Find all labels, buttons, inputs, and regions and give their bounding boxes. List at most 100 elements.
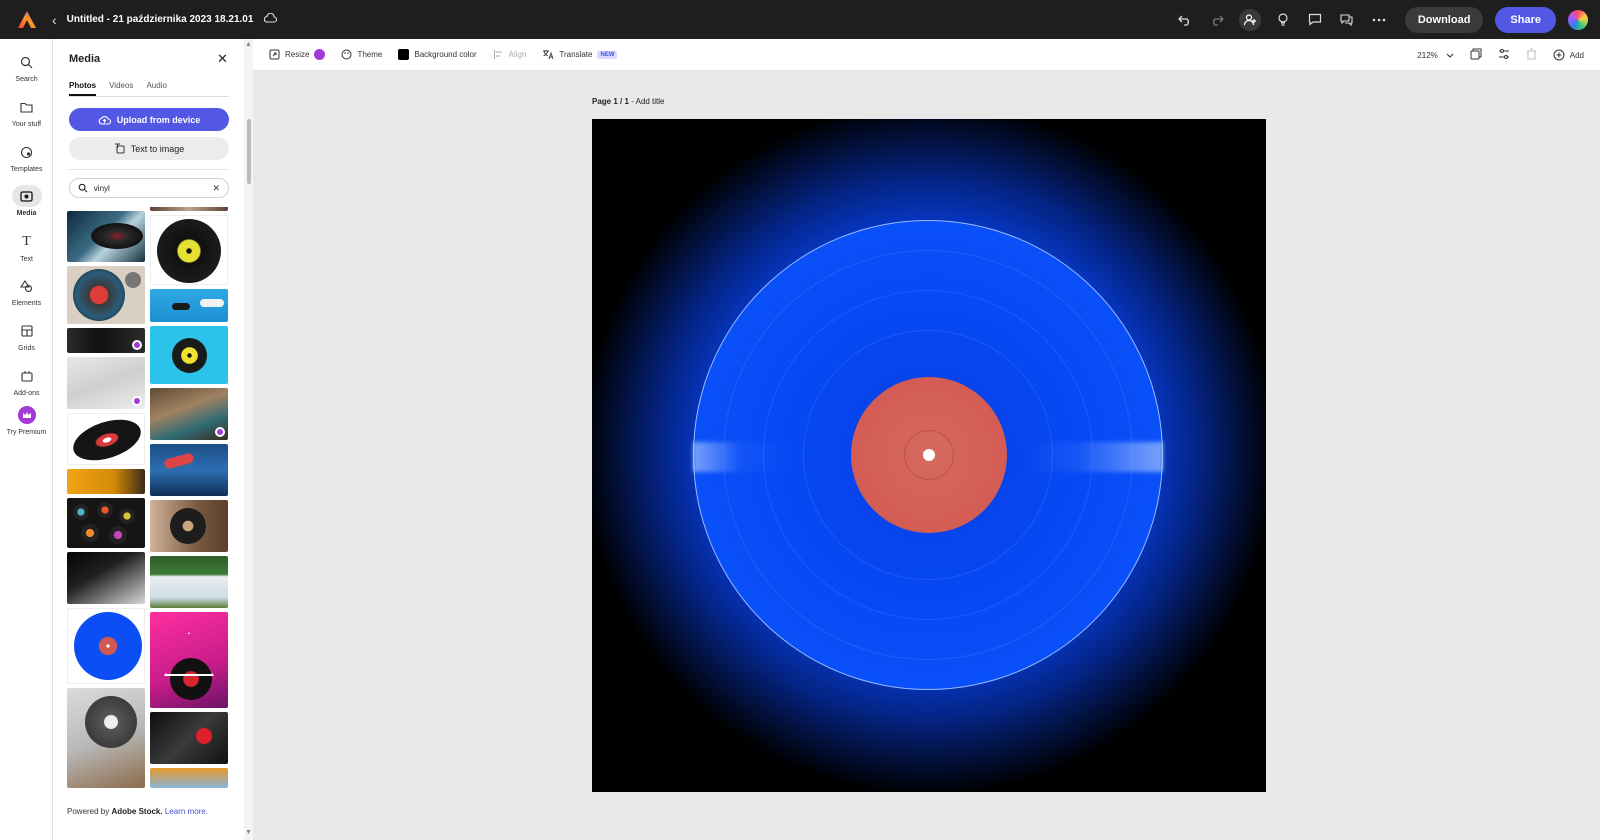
adobe-stock-label: Adobe Stock. bbox=[111, 807, 163, 816]
text-to-image-button[interactable]: Text to image bbox=[69, 137, 229, 160]
page-title-row[interactable]: Page 1 / 1 - Add title bbox=[592, 97, 665, 106]
learn-more-link[interactable]: Learn more. bbox=[165, 807, 208, 816]
page-settings-icon[interactable] bbox=[1498, 48, 1510, 62]
duplicate-page-icon[interactable] bbox=[1470, 48, 1482, 62]
photo-thumbnail[interactable] bbox=[150, 289, 228, 322]
background-color-label: Background color bbox=[414, 50, 477, 59]
vinyl-record-image[interactable] bbox=[693, 220, 1163, 690]
translate-label: Translate bbox=[559, 50, 593, 59]
theme-label: Theme bbox=[357, 50, 383, 59]
rail-item-elements[interactable]: Elements bbox=[0, 275, 53, 307]
photo-thumbnail[interactable] bbox=[150, 712, 228, 764]
delete-icon[interactable] bbox=[1526, 48, 1537, 62]
text-icon: T bbox=[22, 234, 31, 249]
translate-button[interactable]: Translate NEW bbox=[542, 49, 618, 60]
photo-thumbnail[interactable] bbox=[67, 608, 145, 684]
panel-title: Media bbox=[69, 53, 101, 65]
photo-thumbnail[interactable] bbox=[67, 552, 145, 604]
premium-crown-icon bbox=[132, 340, 142, 350]
upload-label: Upload from device bbox=[116, 114, 201, 125]
undo-icon[interactable] bbox=[1175, 10, 1195, 30]
invite-user-icon[interactable] bbox=[1238, 8, 1261, 31]
photo-thumbnail[interactable] bbox=[150, 388, 228, 440]
shapes-icon bbox=[12, 275, 42, 297]
photo-thumbnail[interactable] bbox=[150, 556, 228, 608]
rail-item-your-stuff[interactable]: Your stuff bbox=[0, 96, 53, 128]
templates-icon bbox=[12, 141, 42, 163]
scroll-down-icon[interactable]: ▼ bbox=[245, 829, 252, 836]
rail-item-search[interactable]: Search bbox=[0, 51, 53, 83]
search-input[interactable] bbox=[93, 183, 207, 193]
rail-label: Your stuff bbox=[11, 121, 42, 128]
scrollbar-thumb[interactable] bbox=[247, 119, 251, 184]
comment-icon[interactable] bbox=[1305, 10, 1325, 30]
photo-thumbnail[interactable] bbox=[67, 413, 145, 465]
present-icon[interactable] bbox=[1337, 10, 1357, 30]
plus-circle-icon bbox=[1553, 49, 1565, 61]
close-icon[interactable]: ✕ bbox=[217, 51, 228, 67]
redo-icon[interactable] bbox=[1207, 10, 1227, 30]
add-title-placeholder[interactable]: - Add title bbox=[631, 97, 664, 106]
color-swatch bbox=[398, 49, 410, 60]
tab-videos[interactable]: Videos bbox=[109, 81, 133, 96]
record-center-label bbox=[851, 377, 1007, 533]
lightbulb-icon[interactable] bbox=[1273, 10, 1293, 30]
clear-search-icon[interactable]: ✕ bbox=[212, 183, 220, 194]
add-page-button[interactable]: Add bbox=[1553, 49, 1584, 61]
rail-item-text[interactable]: T Text bbox=[0, 231, 53, 263]
zoom-dropdown[interactable]: 212% bbox=[1417, 50, 1454, 60]
photo-thumbnail[interactable] bbox=[150, 500, 228, 552]
search-icon bbox=[12, 51, 42, 73]
rail-item-media[interactable]: Media bbox=[0, 185, 53, 217]
cloud-sync-icon[interactable] bbox=[263, 12, 278, 26]
rail-label: Try Premium bbox=[6, 429, 47, 436]
scroll-up-icon[interactable]: ▲ bbox=[245, 41, 252, 48]
tab-photos[interactable]: Photos bbox=[69, 81, 97, 96]
photo-thumbnail[interactable] bbox=[67, 688, 145, 788]
search-icon bbox=[78, 183, 88, 193]
more-options-icon[interactable] bbox=[1369, 10, 1389, 30]
photo-thumbnail[interactable] bbox=[67, 469, 145, 494]
chevron-down-icon bbox=[1446, 51, 1454, 60]
spindle-hole bbox=[923, 449, 935, 461]
photo-thumbnail[interactable] bbox=[67, 498, 145, 548]
photo-thumbnail[interactable] bbox=[150, 444, 228, 496]
document-title[interactable]: Untitled - 21 października 2023 18.21.01 bbox=[67, 14, 254, 25]
resize-button[interactable]: Resize bbox=[269, 49, 326, 60]
panel-scrollbar[interactable]: ▲ ▼ bbox=[244, 39, 253, 840]
rail-label: Grids bbox=[18, 345, 35, 352]
premium-crown-icon bbox=[132, 396, 142, 406]
photo-thumbnail[interactable] bbox=[67, 357, 145, 409]
resize-label: Resize bbox=[285, 50, 310, 59]
photo-thumbnail[interactable] bbox=[67, 328, 145, 353]
new-badge: NEW bbox=[597, 50, 618, 59]
premium-crown-icon bbox=[12, 404, 42, 426]
back-icon[interactable]: ‹ bbox=[52, 12, 57, 28]
search-field[interactable]: ✕ bbox=[69, 178, 229, 198]
photo-thumbnail[interactable] bbox=[150, 215, 228, 285]
avatar[interactable] bbox=[1568, 9, 1588, 30]
rail-label: Templates bbox=[10, 166, 43, 173]
tab-audio[interactable]: Audio bbox=[146, 81, 166, 96]
rail-label: Media bbox=[16, 210, 37, 217]
photo-thumbnail[interactable] bbox=[150, 612, 228, 708]
folder-icon bbox=[12, 96, 42, 118]
rail-item-try-premium[interactable]: Try Premium bbox=[0, 404, 53, 436]
background-color-button[interactable]: Background color bbox=[398, 49, 477, 60]
share-button[interactable]: Share bbox=[1495, 6, 1556, 33]
rail-item-templates[interactable]: Templates bbox=[0, 141, 53, 173]
rail-item-add-ons[interactable]: Add-ons bbox=[0, 365, 53, 397]
photo-thumbnail[interactable] bbox=[150, 207, 228, 211]
photo-thumbnail[interactable] bbox=[150, 326, 228, 384]
rail-item-grids[interactable]: Grids bbox=[0, 320, 53, 352]
theme-button[interactable]: Theme bbox=[341, 49, 382, 60]
adobe-express-logo-icon[interactable] bbox=[16, 9, 38, 31]
photo-thumbnail[interactable] bbox=[150, 768, 228, 788]
upload-from-device-button[interactable]: Upload from device bbox=[69, 108, 229, 131]
align-button[interactable]: Align bbox=[493, 49, 526, 60]
download-button[interactable]: Download bbox=[1404, 6, 1484, 33]
photo-thumbnail[interactable] bbox=[67, 211, 145, 262]
photo-thumbnail[interactable] bbox=[67, 266, 145, 324]
zoom-level: 212% bbox=[1417, 50, 1438, 60]
design-canvas-page[interactable] bbox=[592, 119, 1266, 792]
